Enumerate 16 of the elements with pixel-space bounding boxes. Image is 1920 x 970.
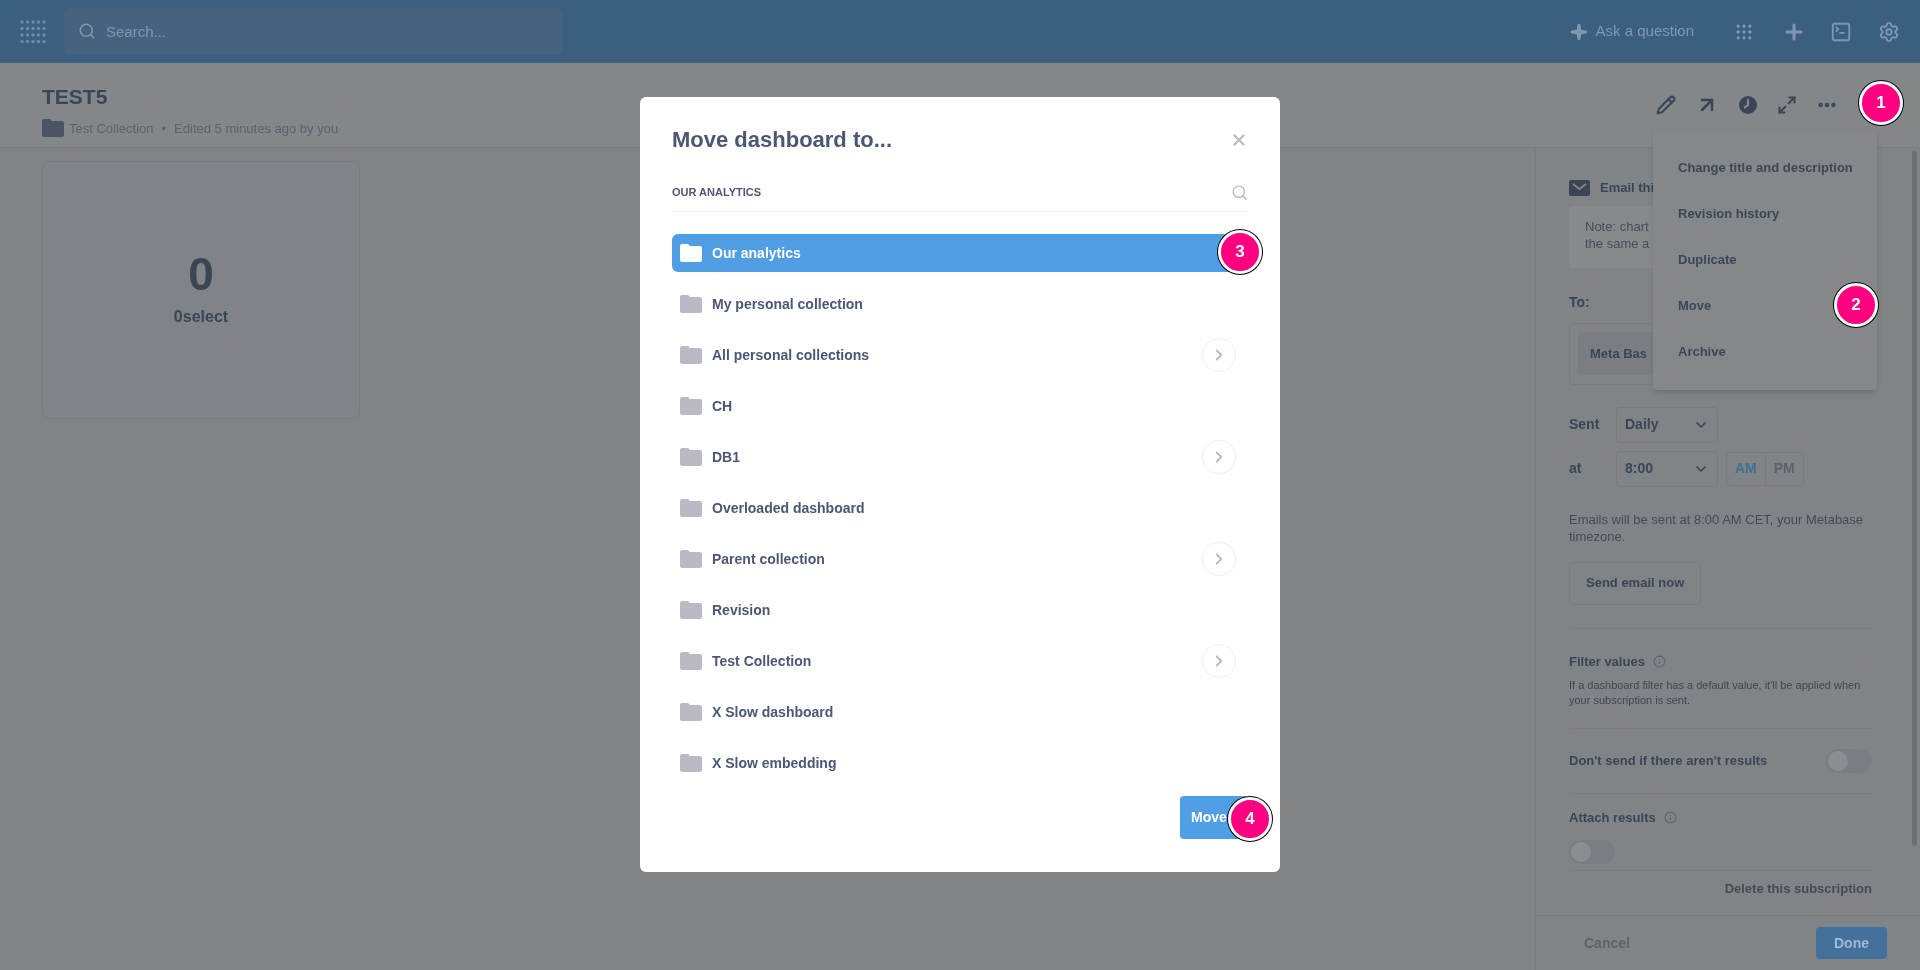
metric-value: 0: [188, 251, 214, 297]
metric-label: 0select: [173, 307, 229, 327]
filter-note: If a dashboard filter has a default value, it'll be applied when your subscription is sent.: [1569, 678, 1862, 708]
at-label: at: [1569, 459, 1583, 478]
to-label: To:: [1569, 292, 1590, 312]
email-heading: Email thi: [1600, 179, 1655, 197]
filter-title: Filter values: [1569, 652, 1645, 671]
toggle-label: Attach results: [1569, 809, 1656, 827]
note-text: the same a: [1585, 234, 1651, 252]
timezone-note: Emails will be sent at 8:00 AM CET, your Metabase timezone.: [1569, 510, 1865, 545]
sent-label: Sent: [1569, 415, 1601, 434]
toggle-label: Don't send if there aren't results: [1569, 752, 1768, 771]
note-text: Note: chart: [1585, 217, 1650, 235]
dialog-title: Move dashboard to...: [672, 126, 893, 154]
separator-dot: •: [161, 119, 167, 138]
dashboard-title: TEST5: [42, 84, 109, 110]
